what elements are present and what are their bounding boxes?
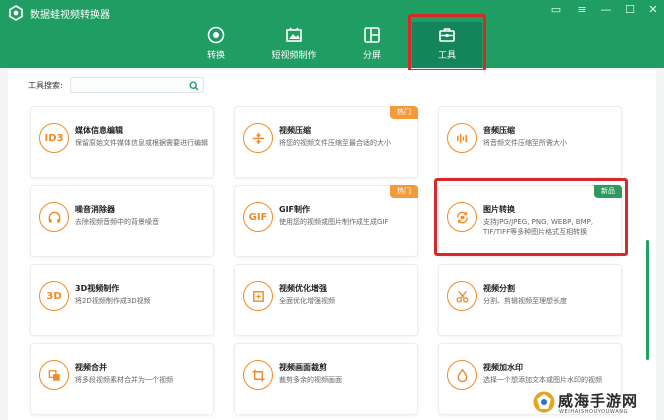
tool-desc: 全面优化增强视频 [279,297,335,305]
hot-badge: 热门 [390,185,418,198]
3d-icon: 3D [39,281,69,311]
scissors-icon [447,281,477,311]
compress-icon [243,123,273,153]
menu-icon[interactable]: ≡ [574,3,590,17]
watermark-text: 威海手游网 [558,392,639,410]
tool-desc: 使用您的视频或图片制作成生成GIF [279,218,389,226]
tool-card-gif-maker[interactable]: GIF GIF制作 使用您的视频或图片制作成生成GIF 热门 [234,185,418,257]
tool-card-3d-maker[interactable]: 3D 3D视频制作 将2D视频制作成3D视频 [30,264,214,336]
new-badge: 新品 [594,185,622,198]
minimize-icon[interactable]: — [598,3,614,17]
tool-desc: 将2D视频制作成3D视频 [75,297,151,305]
tool-title: 视频合并 [75,363,107,372]
convert-icon [207,26,225,44]
tool-card-image-convert[interactable]: 图片转换 支持JPG/JPEG, PNG, WEBP, BMP, TIF/TIF… [438,185,622,257]
tools-panel: 工具搜索: ID3 媒体信息编辑 保留原始文件媒体信息或根据需要进行编辑 视频压… [8,70,656,420]
tool-title: 视频分割 [483,284,515,293]
tool-title: 图片转换 [483,205,515,214]
tool-title: 音频压缩 [483,126,515,135]
scrollbar[interactable] [646,240,649,360]
watermark-drop-icon [447,360,477,390]
merge-icon [39,360,69,390]
tool-desc: 将音频文件压缩至所需大小 [483,139,567,147]
search-input[interactable] [70,77,204,93]
app-title: 数据蛙视频转换器 [30,10,110,21]
tool-card-noise-remover[interactable]: 噪音消除器 去除视频音频中的背景噪音 [30,185,214,257]
headphones-icon [39,202,69,232]
tool-title: 视频优化增强 [279,284,327,293]
gif-icon: GIF [243,202,273,232]
tab-label: 短视频制作 [271,51,317,61]
tab-tools[interactable]: 工具 [412,22,482,68]
audio-compress-icon [447,123,477,153]
tool-title: 视频画面裁剪 [279,363,327,372]
tool-desc: 裁剪多余的视频画面 [279,376,342,384]
hot-badge: 热门 [390,106,418,119]
tool-card-video-split[interactable]: 视频分割 分割、剪辑视频至理想长度 [438,264,622,336]
app-logo-icon [9,5,23,21]
enhance-icon [243,281,273,311]
tab-label: 工具 [437,51,456,61]
tool-card-video-merge[interactable]: 视频合并 将多段视频素材合并为一个视频 [30,343,214,415]
search-label: 工具搜索: [28,81,63,90]
crop-icon [243,360,273,390]
tool-title: 噪音消除器 [75,205,115,214]
tool-title: 视频压缩 [279,126,311,135]
tab-video-maker[interactable]: 短视频制作 [266,22,322,68]
tool-desc: 选择一个想添加文本或图片水印的视频 [483,376,602,384]
site-watermark: 威海手游网 WEIHAISHOUYOUWANG [532,388,660,418]
title-bar: 数据蛙视频转换器 ▭ ≡ — ☐ ✕ 转换 短视频制作 分屏 工具 [0,0,664,68]
image-convert-icon [447,202,477,232]
split-screen-icon [364,27,380,43]
tool-title: 媒体信息编辑 [75,126,123,135]
tab-split-screen[interactable]: 分屏 [352,22,392,68]
tool-title: 3D视频制作 [75,284,120,293]
watermark-subtext: WEIHAISHOUYOUWANG [559,409,629,415]
tool-card-audio-compress[interactable]: 音频压缩 将音频文件压缩至所需大小 [438,106,622,178]
tool-card-video-enhance[interactable]: 视频优化增强 全面优化增强视频 [234,264,418,336]
tool-desc: 保留原始文件媒体信息或根据需要进行编辑 [75,139,208,147]
tool-card-video-crop[interactable]: 视频画面裁剪 裁剪多余的视频画面 [234,343,418,415]
feedback-icon[interactable]: ▭ [548,3,564,17]
maximize-icon[interactable]: ☐ [622,3,638,17]
tool-card-media-info[interactable]: ID3 媒体信息编辑 保留原始文件媒体信息或根据需要进行编辑 [30,106,214,178]
tool-title: 视频加水印 [483,363,523,372]
tool-desc: 将您的视频文件压缩至最合适的大小 [279,139,391,147]
id3-icon: ID3 [39,123,69,153]
video-maker-icon [286,27,302,42]
tab-label: 转换 [206,51,225,61]
watermark-logo-icon [533,391,555,413]
tool-card-video-compress[interactable]: 视频压缩 将您的视频文件压缩至最合适的大小 热门 [234,106,418,178]
tool-desc: 去除视频音频中的背景噪音 [75,218,159,226]
tab-convert[interactable]: 转换 [196,22,236,68]
tool-title: GIF制作 [279,205,311,214]
tab-label: 分屏 [362,51,381,61]
close-icon[interactable]: ✕ [645,3,661,17]
tool-desc: 将多段视频素材合并为一个视频 [75,376,173,384]
search-icon[interactable] [189,81,199,91]
toolbox-icon [439,28,455,42]
tool-desc: 支持JPG/JPEG, PNG, WEBP, BMP, TIF/TIFF等多种图… [483,218,594,236]
tool-desc: 分割、剪辑视频至理想长度 [483,297,567,305]
